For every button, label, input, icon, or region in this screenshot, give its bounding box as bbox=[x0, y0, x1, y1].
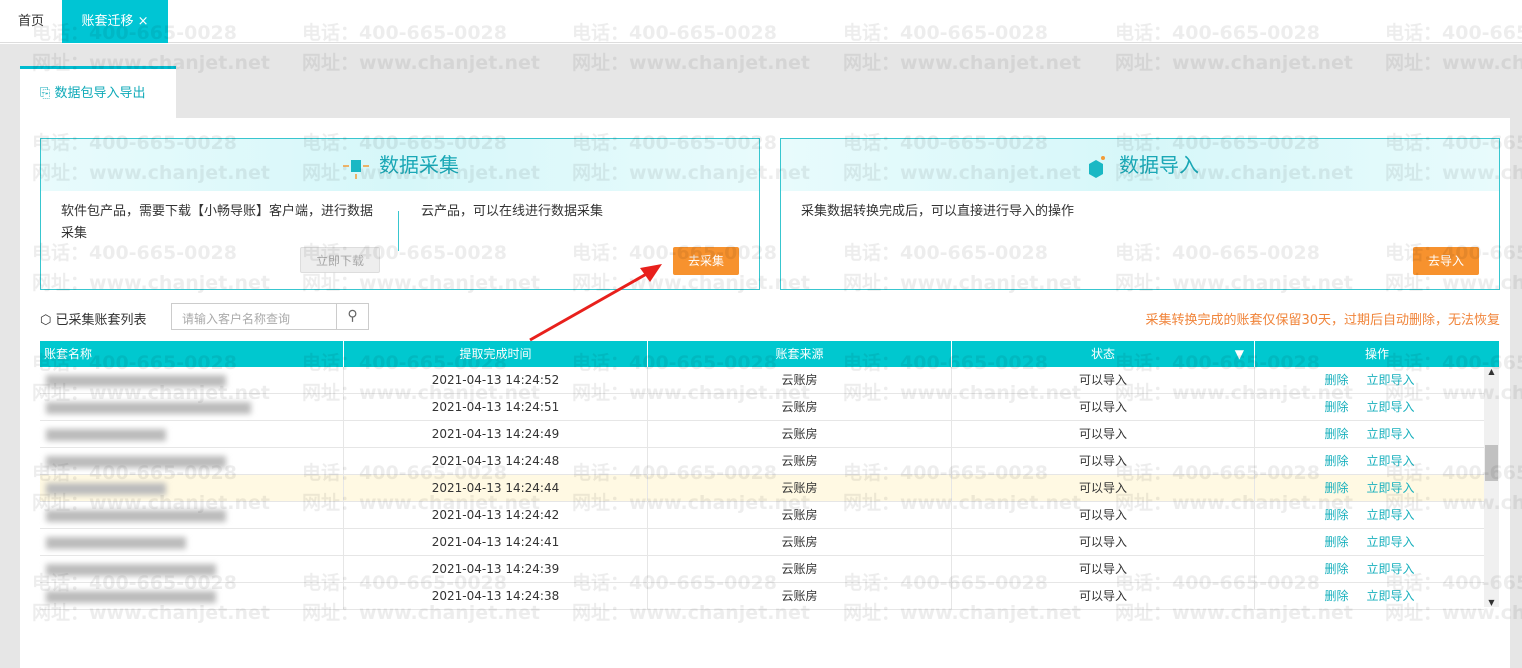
red-arrow-annotation bbox=[529, 264, 662, 342]
